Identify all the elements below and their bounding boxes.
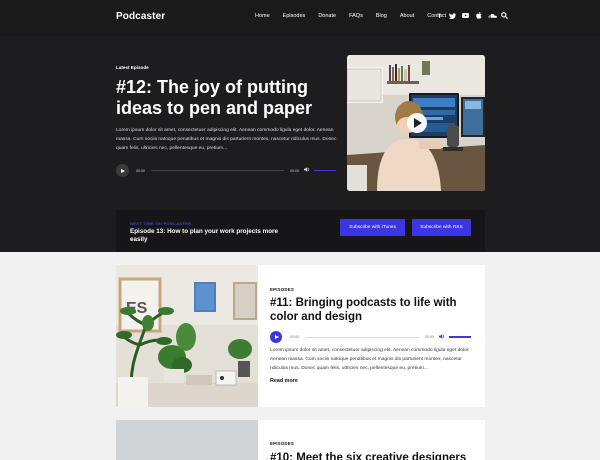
next-episode-label: NEXT TIME ON PODCASTER xyxy=(130,221,192,226)
next-episode-title: Episode 13: How to plan your work projec… xyxy=(130,228,279,243)
play-icon xyxy=(121,168,125,173)
apple-podcasts-icon[interactable] xyxy=(475,12,482,22)
youtube-icon[interactable] xyxy=(462,13,469,21)
play-icon xyxy=(274,335,279,339)
volume-icon[interactable] xyxy=(304,167,310,174)
search-icon[interactable] xyxy=(501,12,508,22)
episode-thumbnail[interactable]: ES xyxy=(116,265,258,407)
duration: 00:00 xyxy=(290,168,299,173)
card-title[interactable]: #10: Meet the six creative designers xyxy=(270,452,475,460)
nav-about[interactable]: About xyxy=(400,13,414,19)
brand-logo[interactable]: Podcaster xyxy=(116,11,165,22)
episode-card: EPISODES #10: Meet the six creative desi… xyxy=(116,420,485,460)
nav-home[interactable]: Home xyxy=(255,13,270,19)
volume-level xyxy=(314,169,336,172)
hero-audio-player: 00:00 00:00 xyxy=(116,164,336,177)
hero-label: Latest Episode xyxy=(116,65,149,70)
duration: 00:00 xyxy=(425,335,434,339)
nav-blog[interactable]: Blog xyxy=(376,13,387,19)
main-menu: Home Episodes Donate FAQs Blog About Con… xyxy=(255,13,459,19)
play-button[interactable] xyxy=(116,164,129,177)
read-more-link[interactable]: Read more xyxy=(270,378,298,384)
hero-title[interactable]: #12: The joy of putting ideas to pen and… xyxy=(116,77,346,119)
top-nav: Podcaster Home Episodes Donate FAQs Blog… xyxy=(0,0,600,36)
subscribe-itunes-button[interactable]: Subscribe with iTunes xyxy=(340,219,405,236)
card-category[interactable]: EPISODES xyxy=(270,441,294,446)
hero-episode-image xyxy=(347,55,485,191)
volume-level xyxy=(449,336,471,338)
social-links: f xyxy=(436,12,508,22)
soundcloud-icon[interactable] xyxy=(488,13,497,21)
nav-donate[interactable]: Donate xyxy=(318,13,336,19)
progress-track[interactable] xyxy=(305,336,419,338)
card-category[interactable]: EPISODES xyxy=(270,287,294,292)
card-title[interactable]: #11: Bringing podcasts to life with colo… xyxy=(270,297,475,324)
subscribe-rss-button[interactable]: Subscribe with RSS xyxy=(412,219,471,236)
volume-slider[interactable] xyxy=(314,169,336,172)
volume-icon[interactable] xyxy=(439,333,445,341)
card-excerpt: Lorem ipsum dolor sit amet, consectetuer… xyxy=(270,348,470,371)
card-audio-player: 00:00 00:00 xyxy=(270,331,471,343)
nav-episodes[interactable]: Episodes xyxy=(283,13,306,19)
progress-track[interactable] xyxy=(151,170,284,171)
current-time: 00:00 xyxy=(136,168,145,173)
facebook-icon[interactable]: f xyxy=(436,13,443,21)
current-time: 00:00 xyxy=(290,335,299,339)
episode-card: ES EPISODES #11: Bringing podcasts to li… xyxy=(116,265,485,407)
play-button[interactable] xyxy=(270,331,282,343)
hero-excerpt: Lorem ipsum dolor sit amet, consectetuer… xyxy=(116,128,337,151)
episode-thumbnail[interactable] xyxy=(116,420,258,460)
volume-slider[interactable] xyxy=(449,336,471,338)
nav-faqs[interactable]: FAQs xyxy=(349,13,363,19)
twitter-icon[interactable] xyxy=(449,12,456,22)
